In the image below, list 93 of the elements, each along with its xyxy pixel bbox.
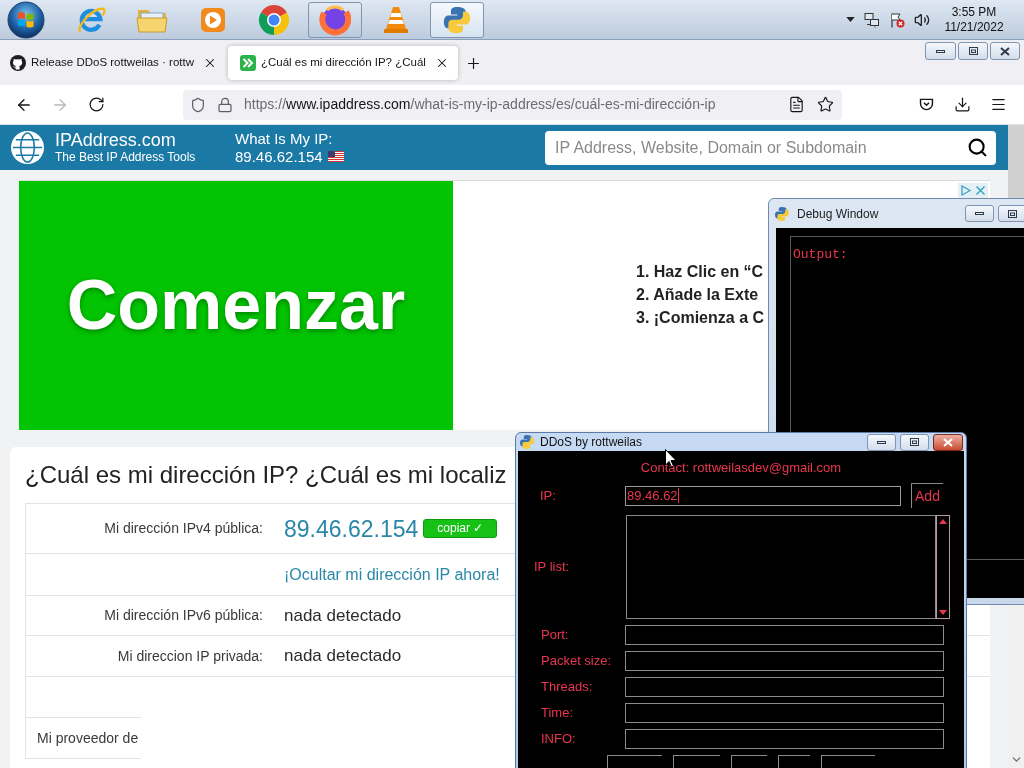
taskbar-button[interactable] [429,1,484,38]
minimize-button[interactable] [965,205,994,222]
close-button[interactable] [990,42,1020,60]
site-tagline: The Best IP Address Tools [55,150,196,165]
window-title: Debug Window [797,205,879,223]
row-label: Mi dirección IPv6 pública: [103,606,263,625]
page-title: ¿Cuál es mi dirección IP? ¿Cuál es mi localiz [25,460,507,490]
restore-icon [1008,209,1017,218]
caret-icon[interactable] [846,17,855,22]
text-caret-icon [677,488,679,503]
field-label: Time: [541,704,575,723]
row-value: nada detectado [283,645,402,668]
ad-step: 1. Haz Clic en “C [636,260,764,283]
ip-label: IP: [540,486,557,505]
minimize-icon [975,212,984,215]
shield-icon[interactable] [190,96,206,113]
speaker-icon[interactable] [914,11,930,28]
input-field[interactable] [625,703,944,723]
close-icon [435,56,449,70]
clock-date[interactable]: 11/21/2022 [944,19,1004,35]
scrollbar-track[interactable] [1008,605,1024,768]
restore-icon [968,47,978,55]
play-icon [198,5,227,34]
restore-button[interactable] [998,205,1024,222]
close-icon [1000,46,1010,56]
close-icon [943,437,953,447]
browser-tab[interactable]: ¿Cuál es mi dirección IP? ¿Cuál [228,46,458,80]
field-label: Threads: [541,678,594,697]
row-label: Mi direccion IP privada: [116,646,263,666]
lock-icon[interactable] [217,96,233,113]
search-field[interactable]: IP Address, Website, Domain or Subdomain [545,130,996,165]
snake-logo-icon [441,4,472,35]
caret-down-icon[interactable] [939,610,947,615]
restore-button[interactable] [900,433,929,451]
network-icon[interactable] [864,11,880,28]
window-title: DDoS by rottweilas [540,434,643,451]
reload-icon [87,96,105,113]
double-chevron-icon [240,55,256,71]
globe-logo-icon[interactable] [10,130,45,165]
row-label: Mi dirección IPv4 pública: [103,519,263,538]
restore-button[interactable] [958,42,988,60]
clock-time[interactable]: 3:55 PM [951,4,997,20]
input-field[interactable] [625,729,944,749]
browser-tab[interactable]: Release DDoS rottweilas · rottw [0,46,220,80]
field-label: Port: [541,626,570,645]
snake-logo-icon [774,205,790,222]
menu-icon[interactable] [990,96,1007,113]
document-icon[interactable] [788,96,805,113]
taskbar-button[interactable] [307,1,362,38]
row-label: Mi proveedor de [37,728,139,748]
field-label: Packet size: [541,652,613,671]
site-name[interactable]: IPAddress.com [55,130,196,150]
striped-flag-icon [327,151,344,162]
my-ip-label: What Is My IP: [235,129,334,148]
chevron-shield-icon[interactable] [918,96,935,113]
contact-text: Contact: rottweilasdev@gmail.com [640,460,842,476]
ad-step: 3. ¡Comienza a C [636,306,765,329]
snake-logo-icon [519,434,535,450]
close-icon [203,56,217,70]
minimize-icon [877,440,886,444]
ip-input[interactable]: 89.46.62 [625,485,901,506]
start-button[interactable] [5,0,47,40]
ip-address-value: 89.46.62.154 [284,514,419,543]
star-icon[interactable] [817,96,834,113]
output-label: Output: [793,247,848,262]
restore-icon [910,438,919,446]
download-icon[interactable] [954,96,971,113]
close-button[interactable] [933,433,963,451]
scrollbar-thumb[interactable] [1008,125,1024,198]
input-field[interactable] [625,677,944,697]
ip-list-box[interactable] [626,515,936,619]
tricolor-circle-icon [257,3,290,36]
hide-ip-link[interactable]: ¡Ocultar mi dirección IP ahora! [284,562,500,587]
input-field[interactable] [625,625,944,645]
ad-step: 2. Añade la Exte [636,283,759,306]
caret-up-icon[interactable] [939,519,947,524]
list-scrollbar[interactable] [936,515,950,619]
start-orb-icon [7,0,45,39]
my-ip-value: 89.46.62.154 [235,147,323,166]
search-icon[interactable] [967,136,988,158]
input-field[interactable] [625,651,944,671]
minimize-button[interactable] [925,42,956,60]
cat-logo-icon [10,55,26,71]
minimize-button[interactable] [867,433,896,451]
ip-list-label: IP list: [534,558,571,577]
add-button[interactable]: Add [911,483,943,508]
minimize-icon [936,49,945,53]
field-label: INFO: [541,730,577,749]
swirl-globe-icon [318,3,351,36]
traffic-cone-icon [381,4,410,35]
row-value: nada detectado [283,604,402,627]
flag-icon[interactable] [889,11,905,28]
address-bar[interactable]: https://www.ipaddress.com/what-is-my-ip-address/es/cuál-es-mi-dirección-ip [183,89,842,120]
